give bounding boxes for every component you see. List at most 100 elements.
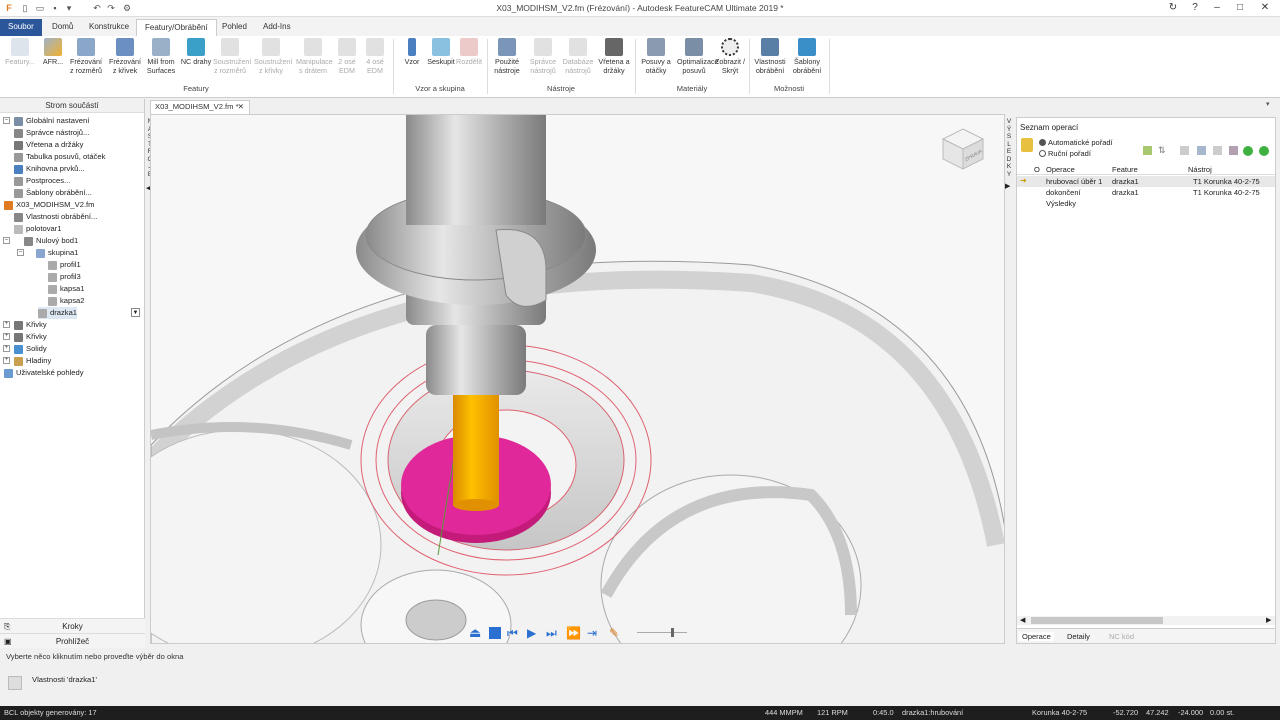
- move-up-icon[interactable]: [1243, 146, 1253, 156]
- tree-item[interactable]: Křivky: [14, 319, 47, 331]
- feeds-speeds-button[interactable]: Posuvy a otáčky: [639, 38, 673, 86]
- toolbar-icon[interactable]: [1213, 146, 1222, 155]
- play-button[interactable]: ▶: [527, 625, 536, 641]
- scroll-left-icon[interactable]: ◀: [1020, 616, 1025, 624]
- sort-icon[interactable]: ⇅: [1158, 145, 1166, 156]
- tree-item[interactable]: Nulový bod1: [24, 235, 78, 247]
- tool-manager-button[interactable]: Správce nástrojů: [526, 38, 560, 86]
- milling-dims-button[interactable]: Frézování z rozměrů: [69, 38, 103, 86]
- feed-optimization-button[interactable]: Optimalizace posuvů: [677, 38, 719, 86]
- highlighter-icon[interactable]: ✎: [609, 625, 619, 641]
- tool-database-button[interactable]: Databáze nástrojů: [561, 38, 595, 86]
- tree-expander-icon[interactable]: –: [3, 237, 10, 244]
- toolbar-icon[interactable]: [1229, 146, 1238, 155]
- tree-item[interactable]: profil1: [48, 259, 81, 271]
- split-button[interactable]: Rozdělit: [452, 38, 486, 86]
- close-button[interactable]: ✕: [1258, 2, 1272, 14]
- tree-expander-icon[interactable]: –: [17, 249, 24, 256]
- collapse-right-icon[interactable]: ▶: [1005, 182, 1010, 190]
- scrollbar-thumb[interactable]: [1031, 617, 1163, 624]
- tab-featury-obrabeni[interactable]: Featury/Obrábění: [136, 19, 217, 36]
- tree-item[interactable]: Správce nástrojů...: [14, 127, 89, 139]
- tree-item[interactable]: Postproces...: [14, 175, 70, 187]
- tree-item[interactable]: Uživatelské pohledy: [4, 367, 84, 379]
- help-icon[interactable]: ?: [1188, 2, 1202, 14]
- tree-item[interactable]: Tabulka posuvů, otáček: [14, 151, 105, 163]
- tree-item[interactable]: Šablony obrábění...: [14, 187, 92, 199]
- properties-icon[interactable]: [8, 676, 22, 690]
- auto-order-radio[interactable]: [1039, 139, 1046, 146]
- fast-forward-button[interactable]: ⏩: [566, 625, 581, 641]
- maximize-button[interactable]: □: [1233, 2, 1247, 14]
- show-hide-button[interactable]: Zobrazit / Skrýt: [713, 38, 747, 86]
- tree-expander-icon[interactable]: +: [3, 321, 10, 328]
- tree-item[interactable]: Solidy: [14, 343, 47, 355]
- machining-templates-button[interactable]: Šablony obrábění: [790, 38, 824, 86]
- nc-paths-button[interactable]: NC drahy: [179, 38, 213, 86]
- tab-pohled[interactable]: Pohled: [214, 19, 255, 36]
- machining-properties-button[interactable]: Vlastnosti obrábění: [753, 38, 787, 86]
- step-back-button[interactable]: ⏮: [507, 625, 518, 641]
- tree-item[interactable]: Vřetena a držáky: [14, 139, 83, 151]
- tree-item[interactable]: Knihovna prvků...: [14, 163, 85, 175]
- move-down-icon[interactable]: [1259, 146, 1269, 156]
- tree-expander-icon[interactable]: –: [3, 117, 10, 124]
- stop-button[interactable]: [489, 627, 501, 639]
- afr-button[interactable]: AFR...: [36, 38, 70, 86]
- refresh-icon[interactable]: ↻: [1166, 2, 1180, 14]
- horizontal-scrollbar[interactable]: ◀ ▶: [1017, 616, 1275, 625]
- table-row[interactable]: dokončení drazka1 T1 Korunka 40-2-75: [1017, 187, 1275, 198]
- tab-soubor[interactable]: Soubor: [0, 19, 42, 36]
- tree-item[interactable]: kapsa1: [48, 283, 85, 295]
- minimize-button[interactable]: –: [1210, 2, 1224, 14]
- tab-details[interactable]: Detaily: [1067, 632, 1090, 641]
- results-item[interactable]: Výsledky: [1046, 199, 1076, 208]
- ribbon-collapse-icon[interactable]: ▾: [1266, 100, 1270, 108]
- speed-slider[interactable]: [637, 632, 687, 633]
- 3d-viewport[interactable]: ZPRAVA ⏏ ⏮ ▶ ⏭ ⏩ ⇥ ✎: [150, 114, 1005, 644]
- tree-item[interactable]: Křivky: [14, 331, 47, 343]
- tree-item[interactable]: Vlastnosti obrábění...: [14, 211, 97, 223]
- tree-dropdown-icon[interactable]: ▼: [131, 308, 140, 317]
- tree-item[interactable]: drazka1: [38, 307, 78, 319]
- tree-item[interactable]: X03_MODIHSM_V2.fm: [4, 199, 95, 211]
- tab-domu[interactable]: Domů: [44, 19, 81, 36]
- tree-item[interactable]: profil3: [48, 271, 81, 283]
- tab-operations[interactable]: Operace: [1019, 632, 1054, 641]
- tab-add-ins[interactable]: Add-Ins: [255, 19, 299, 36]
- steps-tab[interactable]: ⎘ Kroky: [0, 618, 145, 633]
- toolbar-icon[interactable]: [1143, 146, 1152, 155]
- tree-item[interactable]: polotovar1: [14, 223, 61, 235]
- manual-order-radio[interactable]: [1039, 150, 1046, 157]
- browser-tab[interactable]: ▣ Prohlížeč: [0, 633, 145, 648]
- wire-handling-button[interactable]: Manipulace s drátem: [296, 38, 333, 86]
- results-side-tab[interactable]: VÝSLEDKY: [1005, 118, 1013, 184]
- tree-expander-icon[interactable]: +: [3, 333, 10, 340]
- turning-dims-button[interactable]: Soustružení z rozměrů: [213, 38, 251, 86]
- skip-options-button[interactable]: ⇥: [587, 625, 597, 641]
- tree-expander-icon[interactable]: +: [3, 357, 10, 364]
- document-tab[interactable]: X03_MODIHSM_V2.fm * ✕: [150, 100, 250, 114]
- speed-slider-thumb[interactable]: [671, 628, 674, 637]
- spindles-holders-button[interactable]: Vřetena a držáky: [597, 38, 631, 86]
- table-row[interactable]: ➜ hrubovací úběr 1 drazka1 T1 Korunka 40…: [1017, 176, 1275, 187]
- toolbar-icon[interactable]: [1180, 146, 1189, 155]
- used-tools-button[interactable]: Použité nástroje: [490, 38, 524, 86]
- tree-item[interactable]: Hladiny: [14, 355, 51, 367]
- view-cube[interactable]: ZPRAVA: [941, 127, 985, 171]
- tab-konstrukce[interactable]: Konstrukce: [81, 19, 137, 36]
- tree-item[interactable]: skupina1: [36, 247, 78, 259]
- close-tab-icon[interactable]: ✕: [238, 101, 244, 113]
- featury-button[interactable]: Featury...: [3, 38, 37, 86]
- toolbar-icon[interactable]: [1197, 146, 1206, 155]
- edm-4axis-button[interactable]: 4 osé EDM: [358, 38, 392, 86]
- milling-curves-button[interactable]: Frézování z křivek: [108, 38, 142, 86]
- mill-surfaces-button[interactable]: Mill from Surfaces: [144, 38, 178, 86]
- eject-button[interactable]: ⏏: [469, 625, 481, 641]
- step-forward-button[interactable]: ⏭: [546, 625, 557, 641]
- tree-item[interactable]: kapsa2: [48, 295, 85, 307]
- tree-expander-icon[interactable]: +: [3, 345, 10, 352]
- scroll-right-icon[interactable]: ▶: [1266, 616, 1271, 624]
- turning-curve-button[interactable]: Soustružení z křivky: [254, 38, 292, 86]
- tree-item[interactable]: Globální nastavení: [14, 115, 89, 127]
